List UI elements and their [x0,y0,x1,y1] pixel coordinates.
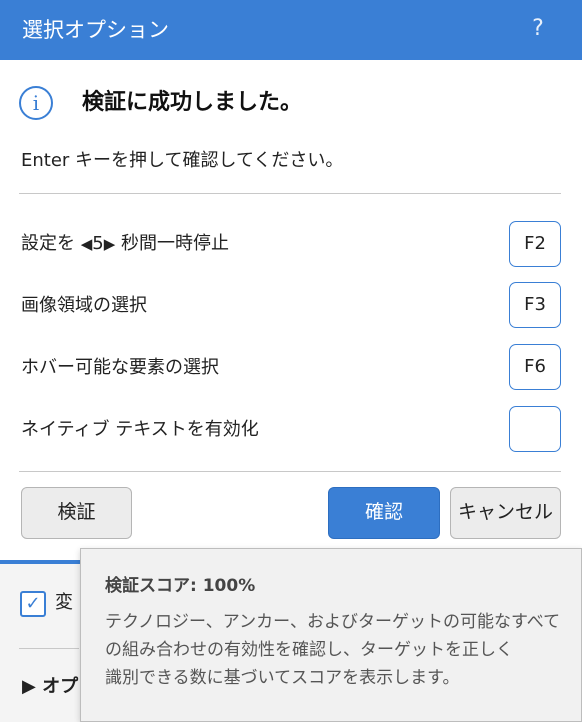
tooltip-line: 識別できる数に基づいてスコアを表示します。 [105,668,460,688]
pause-label-suffix: 秒間一時停止 [115,233,230,254]
divider [19,193,561,194]
tooltip-line: の組み合わせの有効性を確認し、ターゲットを正しく [105,640,513,660]
background-checkbox[interactable]: ✓ [20,591,46,617]
select-image-region-label: 画像領域の選択 [21,295,147,316]
info-icon: i [19,86,53,120]
decrease-delay-icon[interactable]: ◀ [81,235,93,253]
tooltip-line: テクノロジー、アンカー、およびターゲットの可能なすべて [105,612,561,632]
success-message: 検証に成功しました。 [82,90,303,115]
increase-delay-icon[interactable]: ▶ [104,235,116,253]
enable-native-text-label: ネイティブ テキストを有効化 [21,419,259,440]
background-checkbox-label: 変 [55,592,73,613]
hotkey-f6-button[interactable]: F6 [509,344,561,390]
help-button[interactable]: ? [528,14,548,44]
pause-option-label: 設定を ◀5▶ 秒間一時停止 [21,230,229,258]
verification-score-tooltip: 検証スコア: 100% テクノロジー、アンカー、およびターゲットの可能なすべて … [80,548,582,722]
delay-value: 5 [92,233,104,254]
background-divider [19,648,79,649]
window-title: 選択オプション [22,18,169,42]
hotkey-empty-button[interactable] [509,406,561,452]
tooltip-title: 検証スコア: 100% [105,576,256,596]
select-hoverable-element-label: ホバー可能な要素の選択 [21,357,219,378]
cancel-button[interactable]: キャンセル [450,487,561,539]
app-root: 選択オプション ? i 検証に成功しました。 Enter キーを押して確認してく… [0,0,582,722]
title-bar: 選択オプション ? [0,0,582,60]
divider [19,471,561,472]
hotkey-f2-button[interactable]: F2 [509,221,561,267]
instruction-text: Enter キーを押して確認してください。 [21,150,344,171]
background-section-toggle[interactable]: ▶ オプ [22,673,78,701]
confirm-button[interactable]: 確認 [328,487,440,539]
pause-label-prefix: 設定を [21,233,81,254]
verify-button[interactable]: 検証 [21,487,132,539]
hotkey-f3-button[interactable]: F3 [509,282,561,328]
